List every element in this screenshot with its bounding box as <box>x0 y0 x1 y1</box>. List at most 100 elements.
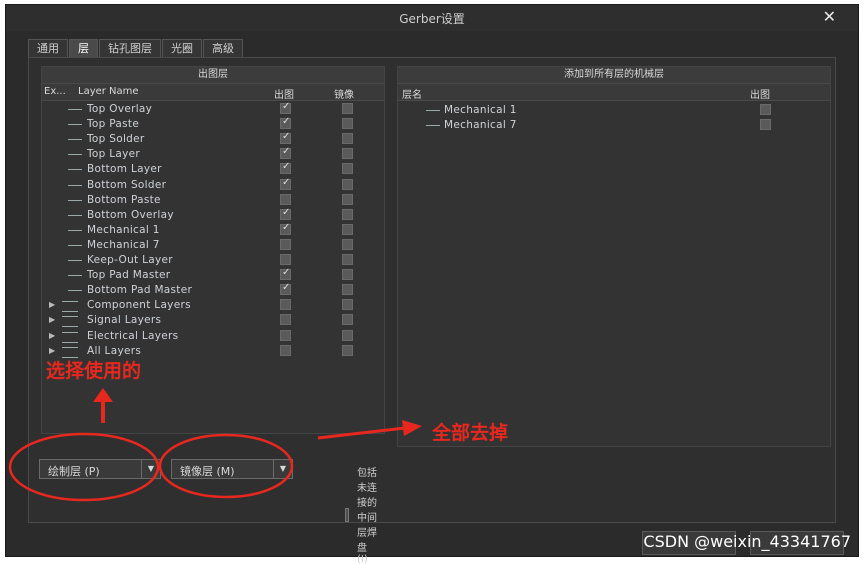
mirror-checkbox[interactable] <box>342 223 353 235</box>
layer-name: Top Paste <box>87 118 140 131</box>
mirror-checkbox[interactable] <box>342 238 353 250</box>
mirror-checkbox[interactable] <box>342 284 353 296</box>
plot-checkbox[interactable] <box>280 207 291 220</box>
plot-checkbox[interactable] <box>280 101 291 114</box>
mechanical-layers-header: 添加到所有层的机械层 <box>398 67 830 84</box>
mechanical-layer-row[interactable]: Mechanical 7 <box>398 118 830 133</box>
expand-arrow-icon[interactable]: ▶ <box>49 300 55 309</box>
col-layer-name[interactable]: 层名 <box>402 86 422 101</box>
layer-row[interactable]: Keep-Out Layer <box>42 253 384 268</box>
annotation-select-use: 选择使用的 <box>46 360 142 382</box>
mirror-checkbox[interactable] <box>342 208 353 220</box>
mirror-checkbox[interactable] <box>342 269 353 281</box>
mirror-checkbox[interactable] <box>342 118 353 130</box>
mirror-checkbox[interactable] <box>342 193 353 205</box>
layer-group-icon <box>62 316 78 328</box>
mirror-checkbox[interactable] <box>342 299 353 311</box>
col-ex[interactable]: Ex... <box>44 86 66 97</box>
mirror-checkbox[interactable] <box>342 148 353 160</box>
plot-checkbox[interactable] <box>760 104 771 115</box>
expand-arrow-icon[interactable]: ▶ <box>49 346 55 355</box>
layer-group-icon <box>62 301 78 313</box>
layer-row[interactable]: Top Paste <box>42 116 384 132</box>
layer-row[interactable]: Top Solder <box>42 131 384 147</box>
mirror-checkbox[interactable] <box>342 133 353 145</box>
layer-name: Mechanical 1 <box>444 104 517 116</box>
tree-line-icon <box>68 184 82 186</box>
col-plot[interactable]: 出图 <box>750 86 770 101</box>
plot-checkbox[interactable] <box>280 254 291 265</box>
tree-line-icon <box>68 244 82 246</box>
col-plot[interactable]: 出图 <box>274 86 294 101</box>
mirror-checkbox[interactable] <box>342 103 353 114</box>
tree-line-icon <box>68 260 82 261</box>
plot-checkbox[interactable] <box>280 267 291 281</box>
layer-name: Mechanical 1 <box>87 223 160 236</box>
plot-checkbox[interactable] <box>280 238 291 250</box>
plot-checkbox[interactable] <box>280 193 291 205</box>
tab-4[interactable]: 高级 <box>203 39 243 57</box>
layer-row[interactable]: Bottom Paste <box>42 193 384 208</box>
mechanical-layers-column-header: 层名 出图 <box>398 84 830 101</box>
include-unconnected-checkbox[interactable] <box>345 507 350 522</box>
plot-layers-column-header: Ex... Layer Name 出图 镜像 <box>42 84 384 101</box>
layer-row[interactable]: Top Overlay <box>42 101 384 117</box>
layer-row[interactable]: Bottom Solder <box>42 177 384 193</box>
dialog-title: Gerber设置 <box>399 12 465 26</box>
layer-group-icon <box>62 331 78 343</box>
plot-checkbox[interactable] <box>280 131 291 145</box>
mirror-checkbox[interactable] <box>342 163 353 175</box>
plot-checkbox[interactable] <box>280 314 291 326</box>
layer-name: Component Layers <box>87 299 191 312</box>
mirror-checkbox[interactable] <box>342 314 353 326</box>
layer-row[interactable]: Mechanical 1 <box>42 222 384 238</box>
tree-line-icon <box>68 199 82 201</box>
expand-arrow-icon[interactable]: ▶ <box>49 331 55 340</box>
tree-line-icon <box>68 109 82 110</box>
layer-name: Top Overlay <box>87 103 153 115</box>
layers-tab-pane: 出图层 Ex... Layer Name 出图 镜像 Top Overlay To… <box>28 57 836 565</box>
title-bar: Gerber设置 ✕ <box>6 5 858 31</box>
layer-row[interactable]: Bottom Layer <box>42 161 384 177</box>
layer-row[interactable]: Mechanical 7 <box>42 238 384 253</box>
mechanical-layer-row[interactable]: Mechanical 1 <box>398 103 830 118</box>
mirror-checkbox[interactable] <box>342 178 353 190</box>
tab-3[interactable]: 光圈 <box>162 39 202 57</box>
tab-1[interactable]: 层 <box>69 39 98 57</box>
layer-row[interactable]: Bottom Overlay <box>42 207 384 223</box>
layer-group-row[interactable]: ▶ Electrical Layers <box>42 329 384 344</box>
close-icon[interactable]: ✕ <box>823 7 836 26</box>
expand-arrow-icon[interactable]: ▶ <box>49 315 55 324</box>
mirror-checkbox[interactable] <box>342 254 353 265</box>
mirror-layers-combo[interactable]: 镜像层 (M) ▼ <box>171 459 293 479</box>
tree-line-icon <box>68 139 82 141</box>
plot-checkbox[interactable] <box>280 329 291 341</box>
plot-checkbox[interactable] <box>280 222 291 235</box>
mirror-checkbox[interactable] <box>342 329 353 341</box>
tab-0[interactable]: 通用 <box>28 39 68 57</box>
layer-group-row[interactable]: ▶ Component Layers <box>42 298 384 313</box>
plot-checkbox[interactable] <box>280 177 291 190</box>
plot-checkbox[interactable] <box>280 282 291 296</box>
plot-checkbox[interactable] <box>280 344 291 356</box>
plot-checkbox[interactable] <box>280 146 291 160</box>
plot-checkbox[interactable] <box>280 161 291 175</box>
layer-row[interactable]: Top Pad Master <box>42 267 384 283</box>
annotation-remove-all: 全部去掉 <box>432 422 509 444</box>
col-mirror[interactable]: 镜像 <box>334 86 354 101</box>
mirror-checkbox[interactable] <box>342 344 353 356</box>
include-unconnected-option: 包括未连接的中间层焊盘 (I) <box>345 464 378 565</box>
layer-group-row[interactable]: ▶ Signal Layers <box>42 313 384 328</box>
col-layer-name[interactable]: Layer Name <box>78 86 139 97</box>
plot-checkbox[interactable] <box>760 119 771 130</box>
layer-name: Top Solder <box>87 133 145 146</box>
layer-row[interactable]: Bottom Pad Master <box>42 282 384 298</box>
plot-layers-combo[interactable]: 绘制层 (P) ▼ <box>39 459 161 479</box>
tab-bar: 通用层钻孔图层 光圈 高级 <box>28 39 244 57</box>
plot-checkbox[interactable] <box>280 299 291 311</box>
layer-name: Electrical Layers <box>87 329 179 342</box>
layer-name: All Layers <box>87 344 142 357</box>
tab-2[interactable]: 钻孔图层 <box>99 39 161 57</box>
layer-row[interactable]: Top Layer <box>42 146 384 162</box>
plot-checkbox[interactable] <box>280 116 291 130</box>
